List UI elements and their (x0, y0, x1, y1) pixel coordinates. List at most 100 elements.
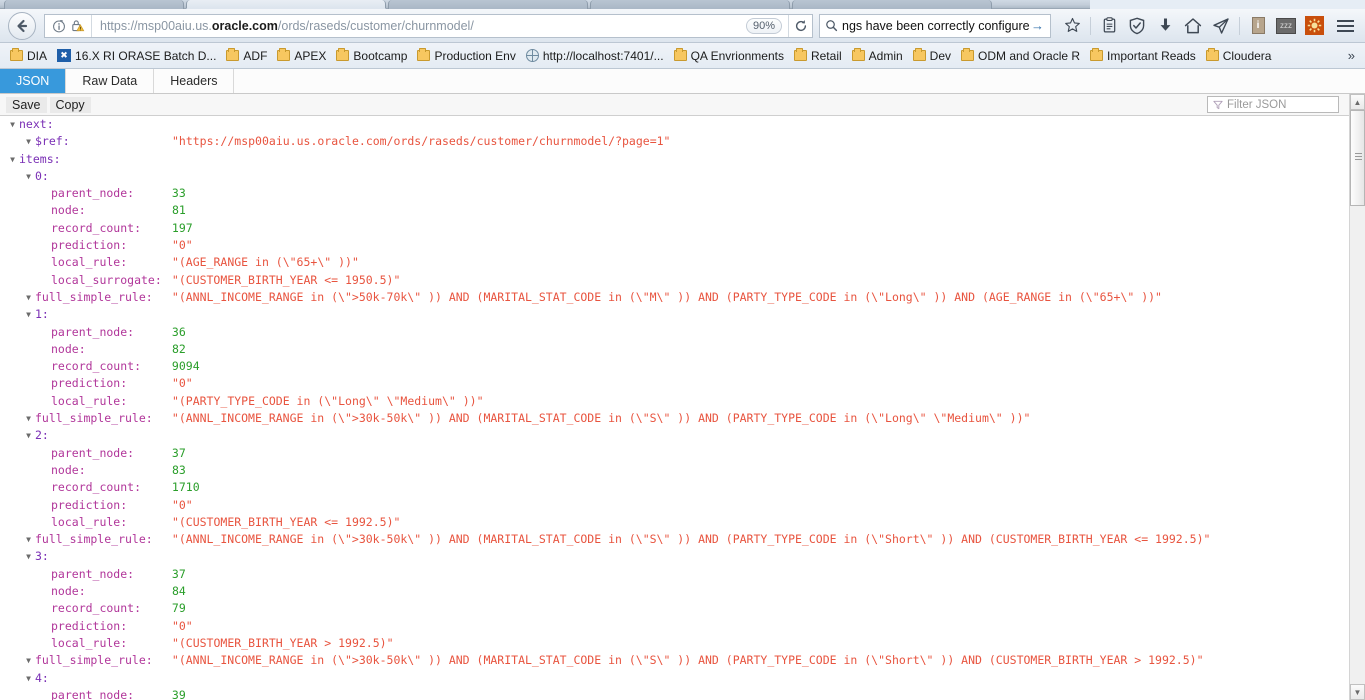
twisty-expanded-icon[interactable]: ▼ (22, 410, 35, 427)
folder-icon (851, 48, 865, 61)
toolbar-divider (1239, 16, 1240, 35)
insecure-lock-warning-icon[interactable] (70, 18, 85, 33)
json-value-prediction: "0" (171, 376, 193, 391)
json-row-record-count: record_count: 1710 (0, 479, 1349, 496)
json-key-item-index: 3: (35, 549, 49, 564)
browser-tab[interactable] (4, 0, 184, 9)
save-button[interactable]: Save (6, 96, 47, 113)
tab-json[interactable]: JSON (0, 69, 67, 93)
address-bar[interactable]: https://msp00aiu.us.oracle.com/ords/rase… (44, 13, 813, 38)
bookmark-item[interactable]: http://localhost:7401/... (522, 47, 670, 65)
folder-icon (226, 48, 240, 61)
bookmark-item[interactable]: DIA (6, 47, 53, 65)
hamburger-line (1336, 24, 1354, 27)
bookmark-item[interactable]: Cloudera (1202, 47, 1278, 65)
browser-tab[interactable] (590, 0, 790, 9)
json-key-item-index: 0: (35, 168, 49, 183)
twisty-expanded-icon[interactable]: ▼ (6, 116, 19, 133)
tab-headers[interactable]: Headers (154, 69, 235, 93)
tab-raw-data[interactable]: Raw Data (66, 69, 155, 93)
twisty-expanded-icon[interactable]: ▼ (22, 133, 35, 150)
twisty-expanded-icon[interactable]: ▼ (22, 427, 35, 444)
bookmark-item[interactable]: ADF (222, 47, 273, 65)
bookmarks-overflow-button[interactable]: » (1348, 48, 1365, 63)
twisty-expanded-icon[interactable]: ▼ (22, 168, 35, 185)
json-value-node: 81 (171, 203, 186, 218)
bookmark-label: Retail (810, 48, 842, 63)
bookmark-item[interactable]: Important Reads (1086, 47, 1202, 65)
bookmark-label: http://localhost:7401/... (542, 48, 664, 63)
back-arrow-icon (17, 19, 28, 32)
browser-tab-active[interactable] (186, 0, 386, 9)
scroll-down-arrow-icon[interactable]: ▼ (1350, 684, 1365, 700)
json-key-full-simple-rule: full_simple_rule: (35, 532, 153, 547)
bookmark-item[interactable]: Retail (790, 47, 848, 65)
json-row-local-rule: local_rule: "(CUSTOMER_BIRTH_YEAR > 1992.… (0, 635, 1349, 652)
twisty-expanded-icon[interactable]: ▼ (22, 670, 35, 687)
twisty-expanded-icon[interactable]: ▼ (22, 548, 35, 565)
blue-app-icon: ✖ (57, 49, 72, 62)
json-value-local-rule: "(PARTY_TYPE_CODE in (\"Long\" \"Medium\… (171, 393, 484, 408)
scrollbar-thumb[interactable] (1350, 110, 1365, 206)
twisty-expanded-icon[interactable]: ▼ (6, 151, 19, 168)
extension-zzz-icon[interactable]: zzz (1273, 13, 1299, 39)
bookmark-item[interactable]: APEX (273, 47, 332, 65)
info-icon[interactable] (52, 19, 66, 33)
shield-icon[interactable] (1124, 13, 1150, 39)
search-submit-arrow-icon[interactable]: → (1029, 18, 1046, 33)
bookmark-item[interactable]: Bootcamp (332, 47, 413, 65)
json-content-panel[interactable]: ▼ next: ▼ $ref: "https://msp00aiu.us.oracle.… (0, 116, 1349, 700)
json-row-prediction: prediction: "0" (0, 618, 1349, 635)
search-bar[interactable]: ngs have been correctly configured → (819, 13, 1051, 38)
address-bar-url[interactable]: https://msp00aiu.us.oracle.com/ords/rase… (91, 14, 746, 37)
extension-tan-icon[interactable]: i (1245, 13, 1271, 39)
twisty-expanded-icon[interactable]: ▼ (22, 306, 35, 323)
bookmark-item[interactable]: Admin (848, 47, 909, 65)
search-icon (826, 20, 838, 32)
extension-orange-icon[interactable] (1301, 13, 1327, 39)
filter-json-input[interactable]: Filter JSON (1207, 96, 1339, 113)
hamburger-menu-button[interactable] (1331, 13, 1359, 39)
browser-tab[interactable] (388, 0, 588, 9)
json-value-parent-node: 36 (171, 324, 186, 339)
search-input[interactable]: ngs have been correctly configured (838, 19, 1029, 33)
home-icon[interactable] (1180, 13, 1206, 39)
reload-button[interactable] (788, 14, 812, 37)
bookmark-star-icon[interactable] (1059, 13, 1085, 39)
json-value-full-simple-rule: "(ANNL_INCOME_RANGE in (\">50k-70k\" )) … (171, 289, 1162, 304)
reading-list-icon[interactable] (1096, 13, 1122, 39)
toolbar-icons: i zzz (1059, 13, 1327, 39)
twisty-expanded-icon[interactable]: ▼ (22, 652, 35, 669)
json-key-full-simple-rule: full_simple_rule: (35, 653, 153, 668)
bookmark-item[interactable]: Dev (909, 47, 957, 65)
json-key-node: node: (51, 584, 86, 599)
scroll-up-arrow-icon[interactable]: ▲ (1350, 94, 1365, 110)
filter-json-placeholder: Filter JSON (1227, 98, 1287, 111)
bookmark-item[interactable]: QA Envrionments (670, 47, 790, 65)
json-row-record-count: record_count: 79 (0, 600, 1349, 617)
zoom-level-badge[interactable]: 90% (745, 17, 782, 34)
json-key-prediction: prediction: (51, 618, 128, 633)
json-row-parent-node: parent_node: 37 (0, 566, 1349, 583)
bookmark-item[interactable]: ✖ 16.X RI ORASE Batch D... (53, 47, 222, 65)
twisty-expanded-icon[interactable]: ▼ (22, 289, 35, 306)
copy-button[interactable]: Copy (49, 96, 91, 113)
bookmark-item[interactable]: ODM and Oracle R (957, 47, 1086, 65)
bookmark-item[interactable]: Production Env (413, 47, 521, 65)
downloads-icon[interactable] (1152, 13, 1178, 39)
vertical-scrollbar[interactable]: ▲ ▼ (1349, 94, 1365, 700)
twisty-expanded-icon[interactable]: ▼ (22, 531, 35, 548)
folder-icon (277, 48, 291, 61)
filter-icon (1213, 100, 1223, 109)
back-button[interactable] (8, 11, 36, 40)
json-key-full-simple-rule: full_simple_rule: (35, 289, 153, 304)
browser-tab[interactable] (792, 0, 992, 9)
send-page-icon[interactable] (1208, 13, 1234, 39)
